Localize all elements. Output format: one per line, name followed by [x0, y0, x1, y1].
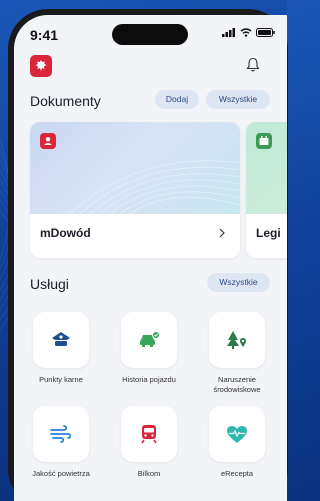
service-label: Jakość powietrza	[32, 469, 90, 478]
status-bar: 9:41	[14, 15, 287, 55]
documents-title: Dokumenty	[30, 93, 101, 109]
wifi-icon	[240, 28, 252, 37]
status-icons	[222, 28, 275, 37]
service-tile-erecepta[interactable]	[209, 406, 265, 462]
service-label: eRecepta	[220, 469, 254, 478]
service-tile-historia-pojazdu[interactable]	[121, 312, 177, 368]
student-id-icon	[256, 133, 272, 149]
service-tile-naruszenie-srodowiskowe[interactable]	[209, 312, 265, 368]
document-card-mdowod[interactable]: mDowód	[30, 122, 240, 258]
services-header: Usługi Wszystkie	[30, 273, 287, 295]
documents-header: Dokumenty Dodaj Wszystkie	[30, 90, 287, 112]
signal-icon	[222, 28, 235, 37]
add-document-button[interactable]: Dodaj	[155, 90, 199, 109]
document-name: mDowód	[40, 226, 91, 240]
tree-location-icon	[227, 331, 246, 349]
heart-pulse-icon	[227, 425, 247, 443]
service-label: Punkty karne	[39, 375, 83, 384]
battery-icon	[256, 28, 275, 37]
wind-icon	[50, 425, 72, 443]
service-label: Historia pojazdu	[122, 375, 176, 384]
app-screen: 9:41 Dokumenty Dodaj Wszystkie mDowód Le…	[14, 15, 287, 501]
car-check-icon	[140, 331, 160, 347]
services-all-button[interactable]: Wszystkie	[207, 273, 270, 292]
document-card-legitymacja[interactable]: Legi	[246, 122, 287, 258]
document-name: Legi	[256, 226, 281, 240]
wave-pattern	[69, 160, 240, 214]
service-tile-bilkom[interactable]	[121, 406, 177, 462]
status-time: 9:41	[30, 27, 59, 43]
id-card-icon	[40, 133, 56, 149]
train-icon	[141, 425, 157, 444]
document-card-band	[246, 122, 287, 214]
services-title: Usługi	[30, 276, 69, 292]
top-bar	[14, 55, 287, 85]
service-label: Bilkom	[137, 469, 161, 478]
document-card-band	[30, 122, 240, 214]
bell-icon[interactable]	[246, 57, 260, 73]
poland-eagle-logo[interactable]	[30, 55, 52, 77]
police-cap-icon	[52, 332, 70, 346]
eagle-icon	[35, 60, 47, 71]
documents-all-button[interactable]: Wszystkie	[206, 90, 270, 109]
service-label: Naruszenie środowiskowe	[213, 375, 261, 394]
service-tile-punkty-karne[interactable]	[33, 312, 89, 368]
chevron-right-icon	[219, 228, 225, 238]
dynamic-island	[112, 24, 188, 45]
service-tile-jakosc-powietrza[interactable]	[33, 406, 89, 462]
